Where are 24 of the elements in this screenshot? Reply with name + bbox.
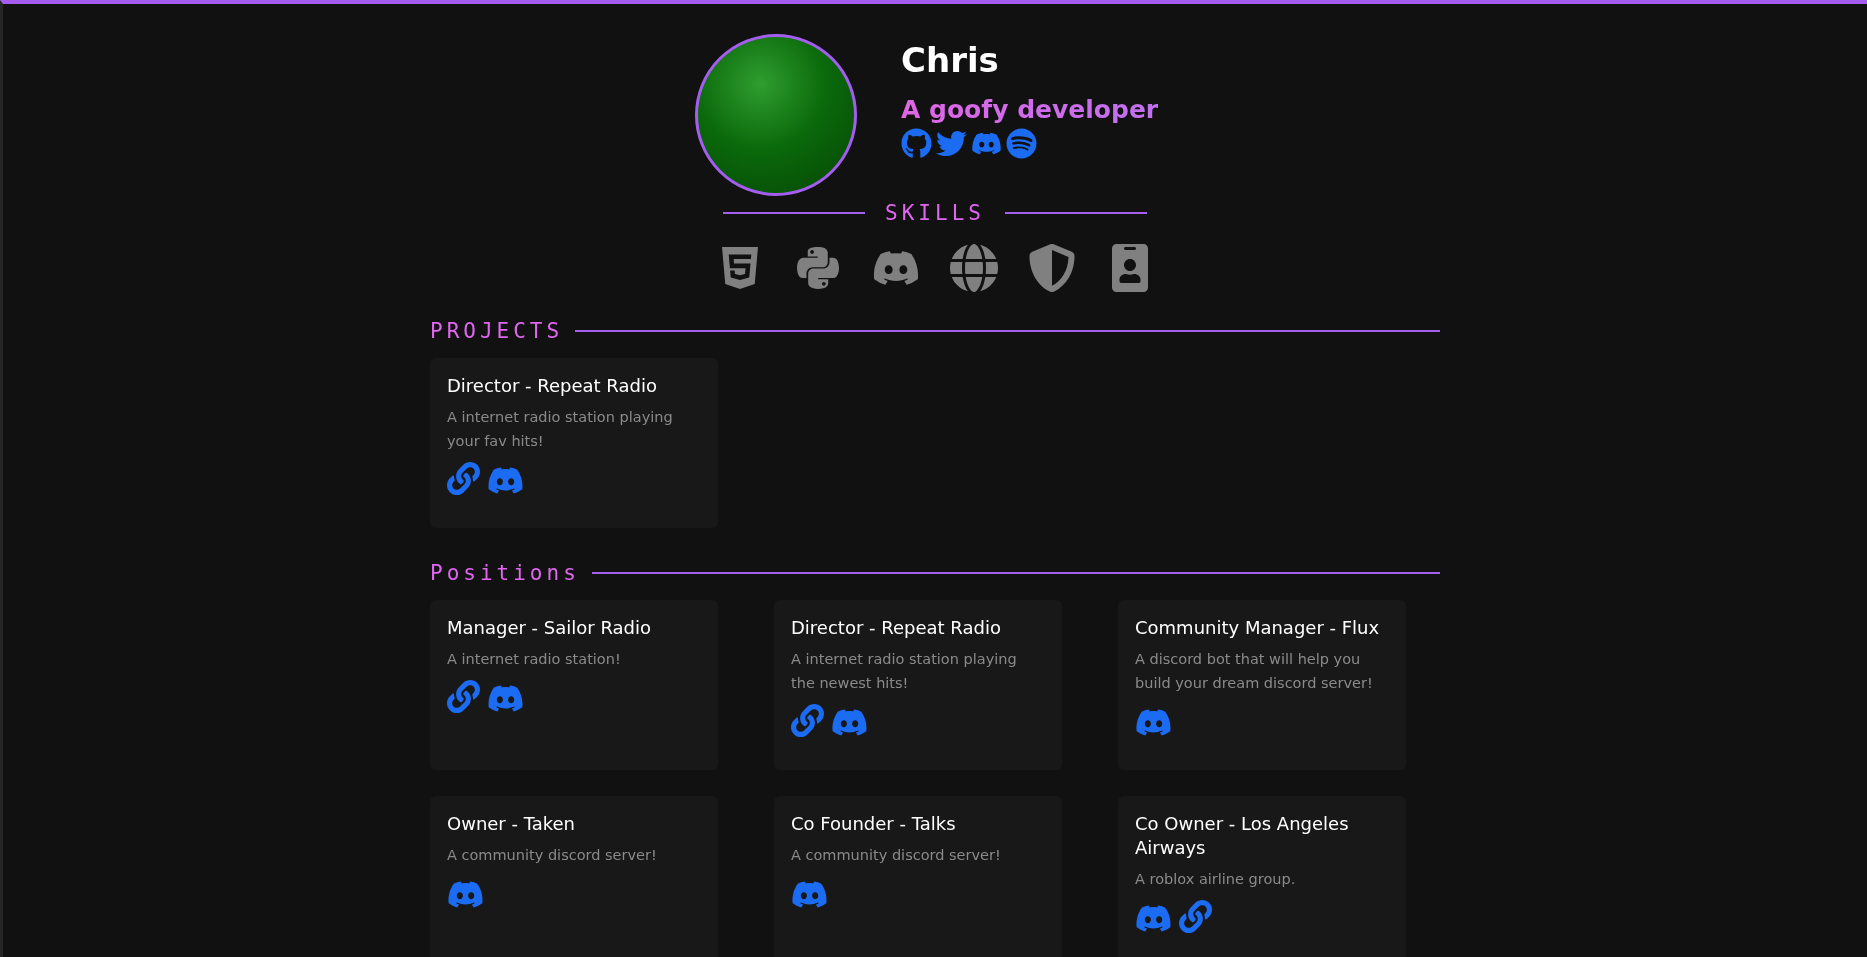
card-title: Community Manager - Flux: [1135, 616, 1381, 640]
profile-name: Chris: [901, 39, 1000, 82]
card-description: A roblox airline group.: [1135, 870, 1297, 889]
card-title: Co Founder - Talks: [791, 812, 957, 836]
card-description: A discord bot that will help you build your dream discord server!: [1135, 650, 1374, 693]
card-description: A community discord server!: [447, 846, 658, 865]
card-title: Director - Repeat Radio: [447, 374, 658, 398]
section-heading: PROJECTS: [430, 318, 564, 345]
shield-icon: [1028, 244, 1076, 292]
card-description: A internet radio station playing the newest hits!: [791, 650, 1018, 693]
card-description: A community discord server!: [791, 846, 1002, 865]
card-description: A internet radio station!: [447, 650, 622, 669]
card-description: A internet radio station playing your fav hits!: [447, 408, 674, 451]
spotify-icon[interactable]: [1006, 128, 1037, 159]
globe-icon: [950, 244, 998, 292]
section-heading: Positions: [430, 560, 580, 587]
card-title: Co Owner - Los Angeles Airways: [1135, 812, 1350, 860]
card-title: Owner - Taken: [447, 812, 577, 836]
twitter-icon[interactable]: [936, 128, 967, 159]
section-heading: SKILLS: [885, 200, 985, 227]
python-icon: [794, 244, 842, 292]
github-icon[interactable]: [901, 128, 932, 159]
card-title: Manager - Sailor Radio: [447, 616, 652, 640]
card-title: Director - Repeat Radio: [791, 616, 1002, 640]
